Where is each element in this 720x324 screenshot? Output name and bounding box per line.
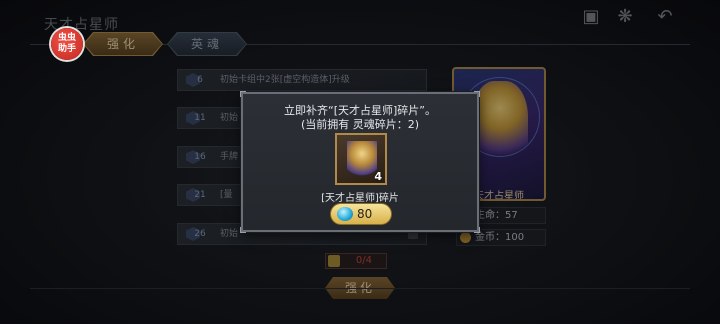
shard-portrait [347, 141, 377, 177]
corner-decoration [474, 227, 480, 233]
hero-shard-item: 4 [335, 133, 387, 185]
shard-label: [天才占星师]碎片 [321, 193, 399, 204]
dialog-owned-info: (当前拥有 灵魂碎片：2) [300, 118, 420, 131]
gem-icon [337, 207, 353, 221]
cost-value: 80 [357, 207, 373, 221]
buy-with-gems-button[interactable]: 80 [330, 203, 392, 225]
assistant-badge[interactable]: 虫虫助手 [51, 28, 83, 60]
assistant-badge-label: 虫虫助手 [57, 33, 76, 54]
corner-decoration [474, 91, 480, 97]
corner-decoration [240, 91, 246, 97]
shard-count: 4 [374, 170, 382, 183]
corner-decoration [240, 227, 246, 233]
refill-shard-dialog: 立即补齐“[天才占星师]碎片”。 (当前拥有 灵魂碎片：2) 4 [天才占星师]… [240, 91, 480, 233]
